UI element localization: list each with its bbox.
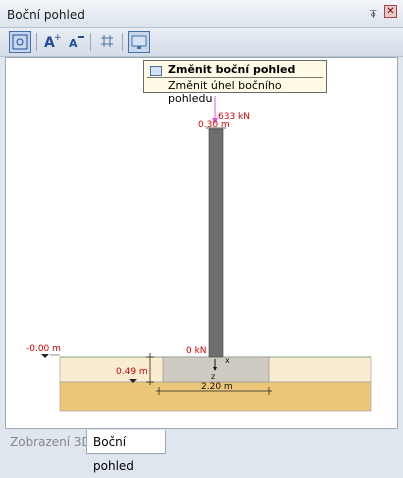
top-level-label: -0.00 m xyxy=(26,344,61,354)
tooltip-description: Změnit úhel bočního pohledu xyxy=(168,79,282,105)
tab-3d-view[interactable]: Zobrazení 3D xyxy=(4,430,97,454)
axis-z-label: z xyxy=(211,372,215,381)
tooltip: Změnit boční pohled Změnit úhel bočního … xyxy=(143,60,327,105)
tab-side-view[interactable]: Boční pohled xyxy=(86,430,166,473)
tooltip-divider xyxy=(147,77,323,78)
toolbar-separator xyxy=(36,33,37,51)
grid-icon[interactable] xyxy=(96,31,118,53)
side-view-icon[interactable] xyxy=(128,31,150,53)
side-view-drawing: 633 kN 0.30 m -0.00 m 0 kN 0.49 m 2.20 m… xyxy=(26,96,372,412)
panel-header: Boční pohled ⍕ ✕ xyxy=(0,0,403,28)
pin-icon[interactable]: ⍕ xyxy=(370,8,377,22)
toolbar-separator xyxy=(122,33,123,51)
zoom-extents-icon[interactable] xyxy=(9,31,31,53)
font-increase-icon[interactable]: A + xyxy=(41,31,63,53)
svg-text:A: A xyxy=(69,37,78,50)
axis-x-label: x xyxy=(225,356,230,365)
toolbar: A + A xyxy=(0,28,403,57)
zero-load-label: 0 kN xyxy=(186,346,207,356)
column xyxy=(208,128,224,358)
footing-width-label: 2.20 m xyxy=(201,382,233,392)
toolbar-separator xyxy=(90,33,91,51)
bottom-tab-bar: Zobrazení 3D Boční pohled xyxy=(0,430,403,473)
level-marker-icon xyxy=(41,354,49,358)
svg-text:+: + xyxy=(54,33,62,43)
panel-title: Boční pohled xyxy=(7,8,85,22)
close-icon[interactable]: ✕ xyxy=(384,5,397,18)
tooltip-title: Změnit boční pohled xyxy=(168,63,296,76)
side-view-tooltip-icon xyxy=(150,66,162,76)
column-width-label: 0.30 m xyxy=(198,120,230,130)
footing xyxy=(162,356,270,383)
font-decrease-icon[interactable]: A xyxy=(65,31,87,53)
drawing-canvas[interactable]: 633 kN 0.30 m -0.00 m 0 kN 0.49 m 2.20 m… xyxy=(5,57,398,429)
depth-label: 0.49 m xyxy=(116,367,148,377)
